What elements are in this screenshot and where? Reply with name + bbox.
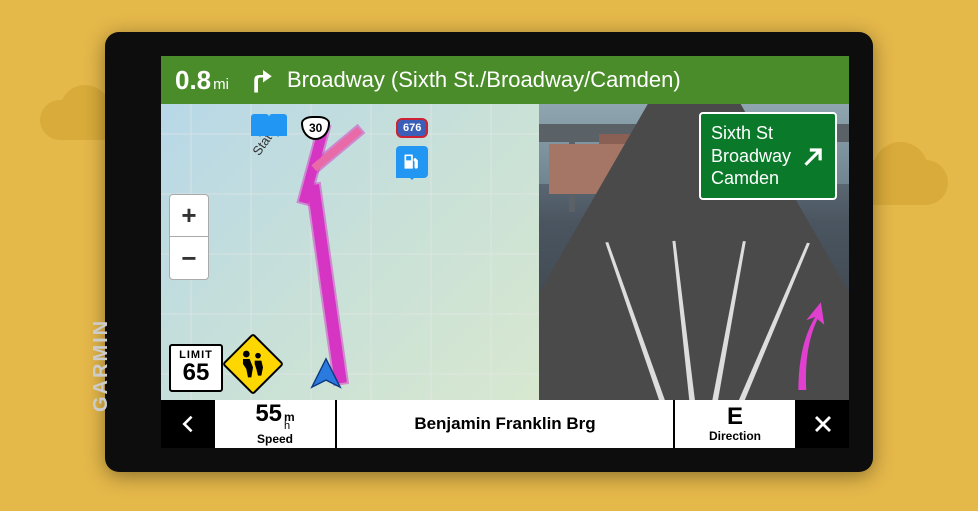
bottom-bar: 55 m h Speed Benjamin Franklin Brg E Dir… <box>161 400 849 448</box>
exit-sign-line: Broadway <box>711 145 791 168</box>
speed-value: 55 <box>255 402 282 426</box>
direction-label: Direction <box>709 429 761 443</box>
exit-sign-line: Camden <box>711 167 791 190</box>
brand-label: GARMIN <box>90 319 113 412</box>
interstate-shield: 676 <box>396 118 428 138</box>
current-road-name[interactable]: Benjamin Franklin Brg <box>337 400 673 448</box>
distance-unit: mi <box>213 76 229 93</box>
close-icon <box>811 412 835 436</box>
speed-card[interactable]: 55 m h Speed <box>215 400 335 448</box>
next-street-name: Broadway (Sixth St./Broadway/Camden) <box>287 67 681 93</box>
gas-station-icon[interactable] <box>396 146 428 178</box>
speed-label: Speed <box>257 432 293 446</box>
device-screen: 0.8mi Broadway (Sixth St./Broadway/Camde… <box>161 56 849 448</box>
highway-exit-sign: Sixth St Broadway Camden <box>699 112 837 200</box>
zoom-in-button[interactable]: + <box>170 195 208 237</box>
chevron-left-icon <box>176 413 198 435</box>
speed-limit-value: 65 <box>171 361 221 385</box>
gps-device: GARMIN 0.8mi Broadway (Sixth St./Broadwa… <box>105 32 873 472</box>
distance-to-turn: 0.8mi <box>175 65 229 96</box>
vehicle-marker-icon <box>309 356 343 390</box>
direction-value: E <box>727 405 743 429</box>
zoom-controls: + − <box>169 194 209 280</box>
lane-arrow-icon <box>779 300 829 390</box>
speed-limit-sign[interactable]: LIMIT 65 <box>169 344 223 392</box>
turn-right-icon <box>243 65 273 95</box>
poi-pin[interactable] <box>269 114 287 136</box>
map-view[interactable]: State 30 676 + − LIMIT 65 <box>161 104 539 400</box>
zoom-out-button[interactable]: − <box>170 237 208 279</box>
arrow-up-right-icon <box>799 143 825 169</box>
back-button[interactable] <box>161 400 213 448</box>
direction-card[interactable]: E Direction <box>675 400 795 448</box>
speed-unit-h: h <box>284 422 295 432</box>
close-button[interactable] <box>797 400 849 448</box>
distance-value: 0.8 <box>175 65 211 95</box>
lane-assist-view[interactable]: Sixth St Broadway Camden <box>539 104 849 400</box>
turn-instruction-bar[interactable]: 0.8mi Broadway (Sixth St./Broadway/Camde… <box>161 56 849 104</box>
exit-sign-line: Sixth St <box>711 122 791 145</box>
poi-pin[interactable] <box>251 114 269 136</box>
